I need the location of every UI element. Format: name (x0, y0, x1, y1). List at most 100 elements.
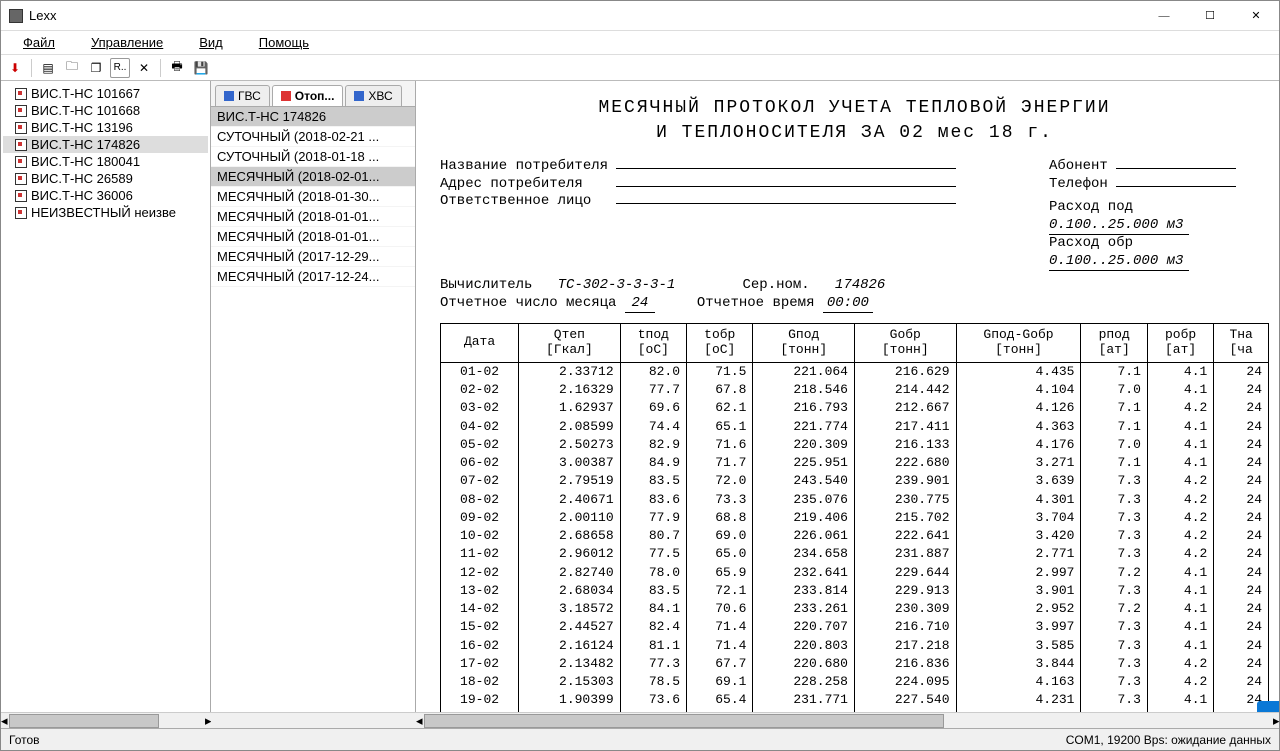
status-right: COM1, 19200 Bps: ожидание данных (1066, 733, 1271, 747)
table-cell: 2.771 (956, 545, 1081, 563)
table-cell: 3.585 (956, 637, 1081, 655)
table-cell: 7.3 (1081, 691, 1147, 709)
tree-item[interactable]: ВИС.Т-НС 26589 (3, 170, 208, 187)
table-cell: 4.163 (956, 673, 1081, 691)
table-cell: 219.406 (753, 509, 855, 527)
table-cell: 220.680 (753, 655, 855, 673)
menu-file[interactable]: Файл (7, 33, 71, 52)
tree-item[interactable]: НЕИЗВЕСТНЫЙ неизве (3, 204, 208, 221)
copy-icon[interactable]: ❐ (86, 58, 106, 78)
list-item[interactable]: МЕСЯЧНЫЙ (2018-01-30... (211, 187, 415, 207)
list-item[interactable]: МЕСЯЧНЫЙ (2017-12-29... (211, 247, 415, 267)
table-cell: 62.1 (687, 399, 753, 417)
table-cell: 228.258 (753, 673, 855, 691)
print-icon[interactable]: 🖶 (167, 58, 187, 78)
list-item[interactable]: СУТОЧНЫЙ (2018-01-18 ... (211, 147, 415, 167)
table-cell: 4.1 (1147, 454, 1213, 472)
table-cell: 65.0 (687, 545, 753, 563)
maximize-button[interactable]: ☐ (1187, 1, 1233, 31)
separator (160, 59, 161, 77)
table-cell: 4.104 (956, 381, 1081, 399)
report-list[interactable]: ВИС.Т-НС 174826СУТОЧНЫЙ (2018-02-21 ...С… (211, 107, 415, 712)
r-icon[interactable]: R.. (110, 58, 130, 78)
table-cell: 235.076 (753, 491, 855, 509)
table-cell: 24 (1214, 436, 1269, 454)
table-cell: 4.1 (1147, 691, 1213, 709)
tree-item[interactable]: ВИС.Т-НС 180041 (3, 153, 208, 170)
tab[interactable]: ХВС (345, 85, 401, 106)
menu-manage[interactable]: Управление (75, 33, 179, 52)
table-cell: 78.0 (620, 564, 686, 582)
table-cell: 4.1 (1147, 564, 1213, 582)
table-cell: 77.6 (620, 710, 686, 712)
device-icon (15, 207, 27, 219)
tab[interactable]: ГВС (215, 85, 270, 106)
table-cell: 1.62937 (519, 399, 621, 417)
menu-view[interactable]: Вид (183, 33, 239, 52)
status-bar: Готов COM1, 19200 Bps: ожидание данных (1, 728, 1279, 750)
list-item[interactable]: МЕСЯЧНЫЙ (2017-12-24... (211, 267, 415, 287)
menu-help[interactable]: Помощь (243, 33, 325, 52)
table-cell: 4.2 (1147, 399, 1213, 417)
tree-item[interactable]: ВИС.Т-НС 36006 (3, 187, 208, 204)
tab-icon (224, 91, 234, 101)
list-item[interactable]: МЕСЯЧНЫЙ (2018-01-01... (211, 227, 415, 247)
table-cell: 82.0 (620, 362, 686, 381)
label: Ответственное лицо (440, 193, 591, 209)
table-cell: 03-02 (441, 399, 519, 417)
table-cell: 7.3 (1081, 655, 1147, 673)
delete-icon[interactable]: ✕ (134, 58, 154, 78)
table-row: 06-023.0038784.971.7225.951222.6803.2717… (441, 454, 1269, 472)
table-cell: 4.1 (1147, 362, 1213, 381)
save-icon[interactable]: 💾 (191, 58, 211, 78)
table-cell: 218.546 (753, 381, 855, 399)
minimize-button[interactable]: — (1141, 1, 1187, 31)
table-cell: 2.33712 (519, 362, 621, 381)
list-icon[interactable]: ▤ (38, 58, 58, 78)
table-cell: 69.1 (687, 673, 753, 691)
tab-label: ГВС (238, 89, 261, 103)
table-cell: 7.1 (1081, 399, 1147, 417)
table-cell: 02-02 (441, 381, 519, 399)
list-item[interactable]: МЕСЯЧНЫЙ (2018-02-01... (211, 167, 415, 187)
table-row: 05-022.5027382.971.6220.309216.1334.1767… (441, 436, 1269, 454)
table-cell: 24 (1214, 491, 1269, 509)
table-cell: 69.6 (620, 399, 686, 417)
table-cell: 71.4 (687, 618, 753, 636)
table-cell: 74.4 (620, 418, 686, 436)
report-document[interactable]: МЕСЯЧНЫЙ ПРОТОКОЛ УЧЕТА ТЕПЛОВОЙ ЭНЕРГИИ… (416, 81, 1279, 712)
device-tree[interactable]: ВИС.Т-НС 101667ВИС.Т-НС 101668ВИС.Т-НС 1… (1, 81, 211, 712)
folder-icon[interactable]: 🗀 (62, 58, 82, 78)
list-hscroll[interactable] (211, 712, 416, 728)
table-cell: 24 (1214, 509, 1269, 527)
table-cell: 65.1 (687, 418, 753, 436)
table-cell: 239.901 (854, 472, 956, 490)
table-cell: 3.997 (956, 618, 1081, 636)
tab[interactable]: Отоп... (272, 85, 344, 106)
tree-item[interactable]: ВИС.Т-НС 101668 (3, 102, 208, 119)
table-cell: 225.951 (753, 454, 855, 472)
table-cell: 71.7 (687, 454, 753, 472)
device-icon (15, 105, 27, 117)
teamviewer-icon[interactable]: ↔ (1257, 701, 1279, 712)
table-cell: 4.231 (956, 691, 1081, 709)
close-button[interactable]: ✕ (1233, 1, 1279, 31)
tree-item[interactable]: ВИС.Т-НС 101667 (3, 85, 208, 102)
table-cell: 24 (1214, 582, 1269, 600)
tree-item-label: ВИС.Т-НС 36006 (31, 188, 133, 203)
tab-icon (281, 91, 291, 101)
tree-item[interactable]: ВИС.Т-НС 174826 (3, 136, 208, 153)
download-icon[interactable]: ⬇ (5, 58, 25, 78)
tree-hscroll[interactable]: ◂▸ (1, 712, 211, 728)
table-cell: 214.442 (854, 381, 956, 399)
table-cell: 4.2 (1147, 527, 1213, 545)
list-item[interactable]: МЕСЯЧНЫЙ (2018-01-01... (211, 207, 415, 227)
doc-hscroll[interactable]: ◂▸ (416, 712, 1279, 728)
table-cell: 16-02 (441, 637, 519, 655)
list-item[interactable]: ВИС.Т-НС 174826 (211, 107, 415, 127)
tree-item[interactable]: ВИС.Т-НС 13196 (3, 119, 208, 136)
table-cell: 227.540 (854, 691, 956, 709)
table-cell: 24 (1214, 564, 1269, 582)
list-item[interactable]: СУТОЧНЫЙ (2018-02-21 ... (211, 127, 415, 147)
table-cell: 4.2 (1147, 655, 1213, 673)
